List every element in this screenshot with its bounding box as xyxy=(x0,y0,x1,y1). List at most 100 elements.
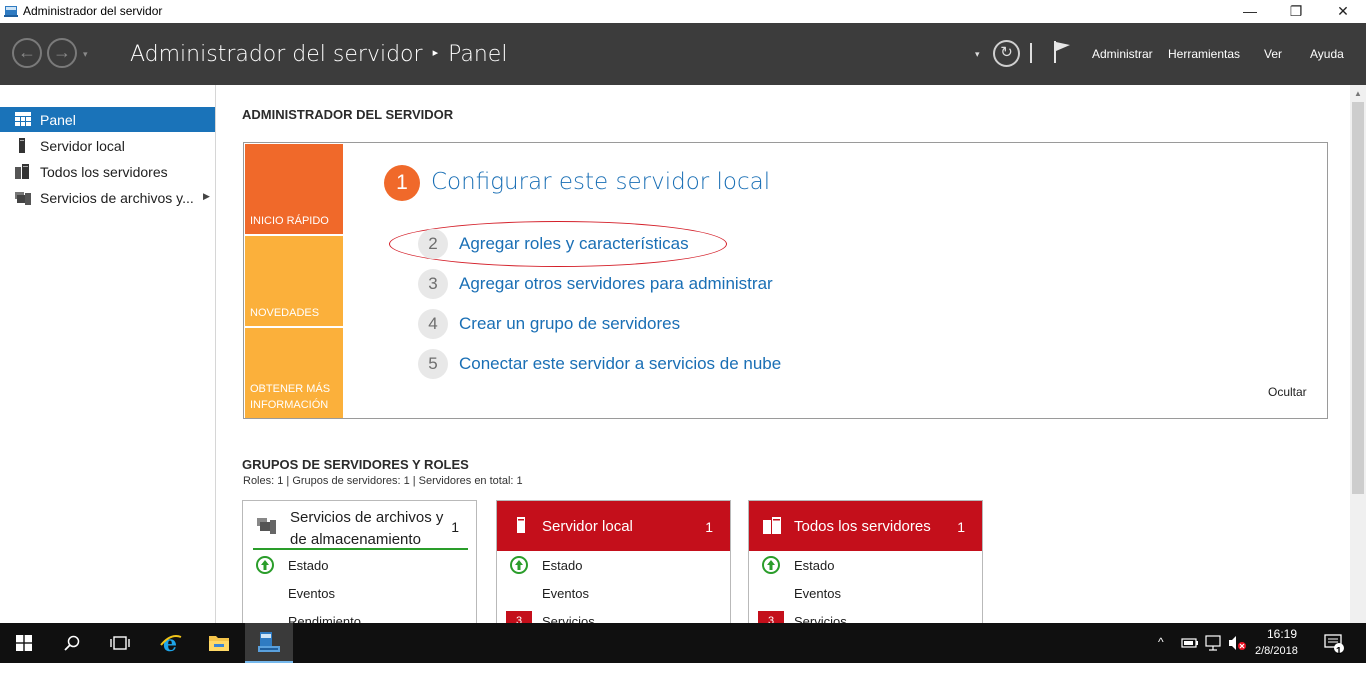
forward-button[interactable]: → xyxy=(47,38,77,68)
nav-history-dropdown[interactable]: ▾ xyxy=(83,49,88,60)
tile-quick-start[interactable]: INICIO RÁPIDO xyxy=(245,144,343,234)
restore-button[interactable]: ❐ xyxy=(1273,0,1319,23)
refresh-dropdown[interactable]: ▾ xyxy=(975,49,980,60)
server-manager-icon xyxy=(258,632,280,652)
sidebar-item-panel[interactable]: Panel xyxy=(0,107,215,132)
step-1-number: 1 xyxy=(384,165,420,201)
search-icon xyxy=(64,635,80,651)
servers-icon xyxy=(763,517,781,534)
step-4-number: 4 xyxy=(418,309,448,339)
header-divider xyxy=(1030,43,1032,63)
tray-chevron-icon[interactable]: ^ xyxy=(1158,635,1164,675)
search-button[interactable] xyxy=(48,623,96,663)
status-ok-icon xyxy=(510,556,528,574)
menu-ayuda[interactable]: Ayuda xyxy=(1310,47,1344,61)
sidebar-item-label: Servicios de archivos y... xyxy=(40,190,194,206)
page-title: ADMINISTRADOR DEL SERVIDOR xyxy=(242,107,454,122)
task-view-button[interactable] xyxy=(96,623,144,663)
server-manager-taskbar-button[interactable] xyxy=(245,623,293,663)
tile-label: INICIO RÁPIDO xyxy=(250,215,329,227)
sidebar-item-file-services[interactable]: Servicios de archivos y... ▶ xyxy=(0,185,215,210)
volume-muted-icon[interactable] xyxy=(1227,635,1247,651)
clock-time[interactable]: 16:19 xyxy=(1267,627,1297,641)
tile-whats-new[interactable]: NOVEDADES xyxy=(245,236,343,326)
scroll-up-arrow-icon[interactable]: ▲ xyxy=(1354,89,1362,98)
vertical-scrollbar[interactable]: ▲ xyxy=(1350,85,1366,623)
card-row-services[interactable]: Servicios xyxy=(542,614,595,623)
card-header[interactable]: Servicios de archivos y de almacenamient… xyxy=(243,501,476,551)
add-servers-link[interactable]: Agregar otros servidores para administra… xyxy=(459,274,773,294)
svg-text:e: e xyxy=(163,631,177,655)
breadcrumb-app[interactable]: Administrador del servidor xyxy=(130,42,423,67)
close-button[interactable]: ✕ xyxy=(1320,0,1366,23)
file-explorer-icon xyxy=(209,636,229,651)
window-title: Administrador del servidor xyxy=(23,4,163,18)
card-all-servers[interactable]: Todos los servidores 1 Estado Eventos 3 … xyxy=(748,500,983,623)
card-row-events[interactable]: Eventos xyxy=(288,586,335,601)
scrollbar-thumb[interactable] xyxy=(1352,102,1364,494)
card-count: 1 xyxy=(451,519,459,535)
windows-start-icon xyxy=(16,635,32,651)
minimize-button[interactable]: — xyxy=(1227,0,1273,23)
card-local-server[interactable]: Servidor local 1 Estado Eventos 3 Servic… xyxy=(496,500,731,623)
card-count: 1 xyxy=(705,519,713,535)
step-1-link[interactable]: Configurar este servidor local xyxy=(431,169,770,195)
menu-herramientas[interactable]: Herramientas xyxy=(1168,47,1240,61)
card-row-events[interactable]: Eventos xyxy=(542,586,589,601)
clock-date[interactable]: 2/8/2018 xyxy=(1255,645,1298,657)
status-underline xyxy=(253,548,468,550)
services-alert-badge: 3 xyxy=(758,611,784,623)
create-group-link[interactable]: Crear un grupo de servidores xyxy=(459,314,680,334)
tile-learn-more[interactable]: OBTENER MÁS INFORMACIÓN xyxy=(245,328,343,418)
menu-administrar[interactable]: Administrar xyxy=(1092,47,1153,61)
hide-link[interactable]: Ocultar xyxy=(1268,385,1307,399)
file-services-icon xyxy=(257,518,276,534)
breadcrumb-page: Panel xyxy=(448,42,508,67)
card-row-status[interactable]: Estado xyxy=(288,558,328,573)
add-roles-link[interactable]: Agregar roles y características xyxy=(459,234,689,254)
sidebar-item-label: Panel xyxy=(40,112,76,128)
breadcrumb-separator-icon: ▸ xyxy=(432,45,439,59)
groups-summary: Roles: 1 | Grupos de servidores: 1 | Ser… xyxy=(243,475,523,487)
card-file-services[interactable]: Servicios de archivos y de almacenamient… xyxy=(242,500,477,623)
notification-count: 1 xyxy=(1336,646,1342,657)
card-header[interactable]: Todos los servidores 1 xyxy=(749,501,982,551)
card-title: Todos los servidores xyxy=(794,518,931,535)
card-row-performance[interactable]: Rendimiento xyxy=(288,614,361,623)
internet-explorer-icon: e xyxy=(160,631,182,655)
network-icon[interactable] xyxy=(1204,635,1222,651)
task-view-icon xyxy=(110,636,130,650)
services-alert-badge: 3 xyxy=(506,611,532,623)
status-ok-icon xyxy=(256,556,274,574)
server-icon xyxy=(517,517,525,533)
connect-cloud-link[interactable]: Conectar este servidor a servicios de nu… xyxy=(459,354,781,374)
card-row-status[interactable]: Estado xyxy=(542,558,582,573)
welcome-panel: INICIO RÁPIDO NOVEDADES OBTENER MÁS INFO… xyxy=(243,142,1328,419)
step-3-number: 3 xyxy=(418,269,448,299)
card-row-services[interactable]: Servicios xyxy=(794,614,847,623)
sidebar-item-all-servers[interactable]: Todos los servidores xyxy=(0,159,215,184)
battery-power-icon[interactable] xyxy=(1181,636,1199,650)
refresh-button[interactable]: ↻ xyxy=(993,40,1020,67)
sidebar: Panel Servidor local Todos los servidore… xyxy=(0,85,216,623)
groups-title: GRUPOS DE SERVIDORES Y ROLES xyxy=(242,457,469,472)
card-row-status[interactable]: Estado xyxy=(794,558,834,573)
status-ok-icon xyxy=(762,556,780,574)
step-2-number: 2 xyxy=(418,229,448,259)
card-header[interactable]: Servidor local 1 xyxy=(497,501,730,551)
window-titlebar: Administrador del servidor — ❐ ✕ xyxy=(0,0,1366,23)
card-row-events[interactable]: Eventos xyxy=(794,586,841,601)
expand-arrow-icon[interactable]: ▶ xyxy=(203,191,210,202)
servers-icon xyxy=(15,164,29,179)
back-button[interactable]: ← xyxy=(12,38,42,68)
menu-ver[interactable]: Ver xyxy=(1264,47,1282,61)
card-title: Servidor local xyxy=(542,518,633,535)
server-icon xyxy=(19,138,25,153)
notifications-flag-icon[interactable] xyxy=(1052,40,1072,64)
sidebar-item-local-server[interactable]: Servidor local xyxy=(0,133,215,158)
internet-explorer-button[interactable]: e xyxy=(147,623,195,663)
sidebar-item-label: Servidor local xyxy=(40,138,125,154)
start-button[interactable] xyxy=(0,623,48,663)
file-explorer-button[interactable] xyxy=(195,623,243,663)
sidebar-item-label: Todos los servidores xyxy=(40,164,168,180)
